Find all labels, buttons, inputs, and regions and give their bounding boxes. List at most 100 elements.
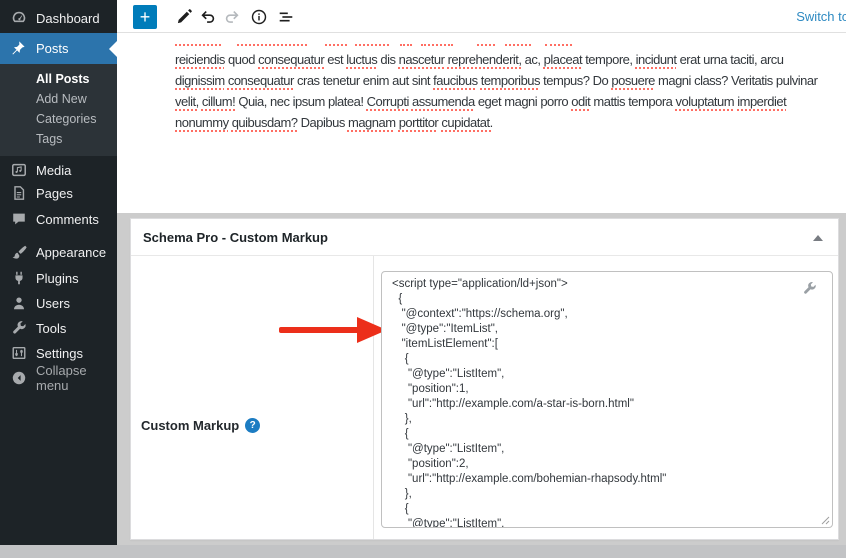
redo-icon[interactable]: [222, 7, 242, 27]
brush-icon: [10, 243, 28, 261]
spellcheck-underline: [421, 39, 453, 46]
spellcheck-underline: [477, 39, 495, 46]
editor-area: + Switch to reiciendis quod consequatur …: [117, 0, 846, 558]
custom-markup-label: Custom Markup ?: [141, 418, 260, 433]
spellcheck-underline: [400, 39, 412, 46]
sidebar-item-media[interactable]: Media: [0, 158, 117, 182]
undo-icon[interactable]: [198, 7, 218, 27]
collapse-icon: [10, 369, 28, 387]
media-icon: [10, 161, 28, 179]
misspelled-word: consequatur: [228, 73, 294, 88]
misspelled-word: incidunt: [636, 52, 677, 67]
custom-markup-field: <script type="application/ld+json"> { "@…: [381, 271, 833, 528]
misspelled-word: nascetur: [399, 52, 445, 67]
misspelled-word: reprehenderit,: [448, 52, 522, 67]
misspelled-word: posuere: [611, 73, 654, 88]
sidebar-item-label: Comments: [36, 212, 99, 227]
spellcheck-underline: [237, 39, 307, 46]
plugin-icon: [10, 269, 28, 287]
sidebar-item-label: Collapse menu: [36, 363, 117, 393]
spellcheck-underline: [545, 39, 572, 46]
sidebar-item-label: Media: [36, 163, 71, 178]
red-arrow-annotation: [279, 316, 387, 344]
sidebar-item-label: Posts: [36, 41, 69, 56]
misspelled-word: cupidatat.: [441, 115, 492, 130]
misspelled-word: porttitor: [399, 115, 439, 130]
spellcheck-underline: [325, 39, 347, 46]
metabox-header[interactable]: Schema Pro - Custom Markup: [131, 219, 838, 256]
submenu-item-add-new[interactable]: Add New: [0, 90, 117, 108]
spellcheck-underline: [355, 39, 389, 46]
misspelled-word: consequatur: [258, 52, 324, 67]
info-icon[interactable]: [249, 7, 269, 27]
comment-icon: [10, 210, 28, 228]
misspelled-word: Corrupti: [367, 94, 409, 109]
sidebar-item-appearance[interactable]: Appearance: [0, 240, 117, 264]
column-divider: [373, 256, 374, 539]
markup-tool-icon[interactable]: [802, 281, 817, 296]
metabox-title: Schema Pro - Custom Markup: [143, 230, 328, 245]
metabox-region: Schema Pro - Custom Markup Custom Markup…: [117, 213, 846, 545]
spellcheck-underline: [505, 39, 531, 46]
window-bottom-strip: [0, 545, 846, 558]
help-icon[interactable]: ?: [245, 418, 260, 433]
metabox-body: Custom Markup ? <script type="applicatio…: [131, 256, 838, 539]
editor-toolbar: + Switch to: [117, 0, 846, 33]
misspelled-word: luctus: [346, 52, 377, 67]
misspelled-word: nonummy: [175, 115, 229, 130]
sidebar-item-tools[interactable]: Tools: [0, 316, 117, 340]
misspelled-word: reiciendis: [175, 52, 225, 67]
misspelled-word: magnam: [348, 115, 396, 130]
misspelled-word: velit,: [175, 94, 199, 109]
sidebar-item-label: Tools: [36, 321, 66, 336]
misspelled-word: imperdiet: [737, 94, 786, 109]
sidebar-item-comments[interactable]: Comments: [0, 207, 117, 231]
submenu-item-all-posts[interactable]: All Posts: [0, 70, 117, 88]
submenu-item-categories[interactable]: Categories: [0, 110, 117, 128]
sidebar-item-users[interactable]: Users: [0, 291, 117, 315]
misspelled-word: cillum!: [202, 94, 235, 109]
page-icon: [10, 184, 28, 202]
misspelled-word: temporibus: [481, 73, 540, 88]
user-icon: [10, 294, 28, 312]
sidebar-item-posts[interactable]: Posts: [0, 33, 117, 64]
admin-sidebar: Dashboard Posts All Posts Add New Catego…: [0, 0, 117, 545]
paragraph-line: velit, cillum! Quia, nec ipsum platea! C…: [175, 91, 843, 112]
misspelled-word: dignissim: [175, 73, 225, 88]
switch-to-link[interactable]: Switch to: [796, 9, 846, 24]
active-menu-notch: [109, 41, 117, 57]
resize-handle-icon[interactable]: [820, 515, 830, 525]
misspelled-word: quibusdam?: [232, 115, 298, 130]
collapse-toggle-icon[interactable]: [813, 235, 823, 241]
misspelled-word: assumenda: [412, 94, 475, 109]
misspelled-word: placeat: [544, 52, 582, 67]
paragraph-line: dignissim consequatur cras tenetur enim …: [175, 70, 843, 91]
misspelled-word: voluptatum: [676, 94, 735, 109]
sidebar-item-label: Pages: [36, 186, 73, 201]
dashboard-icon: [10, 9, 28, 27]
settings-icon: [10, 344, 28, 362]
post-paragraph[interactable]: reiciendis quod consequatur est luctus d…: [175, 49, 843, 133]
schema-pro-metabox: Schema Pro - Custom Markup Custom Markup…: [130, 218, 839, 540]
sidebar-item-label: Plugins: [36, 271, 79, 286]
sidebar-item-pages[interactable]: Pages: [0, 181, 117, 205]
wordpress-admin-screen: Dashboard Posts All Posts Add New Catego…: [0, 0, 846, 558]
sidebar-item-label: Users: [36, 296, 70, 311]
sidebar-item-label: Appearance: [36, 245, 106, 260]
pin-icon: [10, 40, 28, 58]
wrench-icon: [10, 319, 28, 337]
sidebar-item-settings[interactable]: Settings: [0, 341, 117, 365]
misspelled-word: faucibus: [433, 73, 477, 88]
paragraph-line: reiciendis quod consequatur est luctus d…: [175, 49, 843, 70]
posts-submenu: All Posts Add New Categories Tags: [0, 64, 117, 156]
submenu-item-tags[interactable]: Tags: [0, 130, 117, 148]
sidebar-item-dashboard[interactable]: Dashboard: [0, 6, 117, 30]
sidebar-item-plugins[interactable]: Plugins: [0, 266, 117, 290]
clipped-text-line: [175, 39, 835, 47]
sidebar-item-collapse-menu[interactable]: Collapse menu: [0, 366, 117, 390]
list-view-icon[interactable]: [276, 7, 296, 27]
add-block-button[interactable]: +: [133, 5, 157, 29]
post-content-canvas[interactable]: reiciendis quod consequatur est luctus d…: [117, 33, 846, 213]
edit-tools-icon[interactable]: [173, 7, 193, 27]
custom-markup-textarea[interactable]: <script type="application/ld+json"> { "@…: [381, 271, 833, 528]
